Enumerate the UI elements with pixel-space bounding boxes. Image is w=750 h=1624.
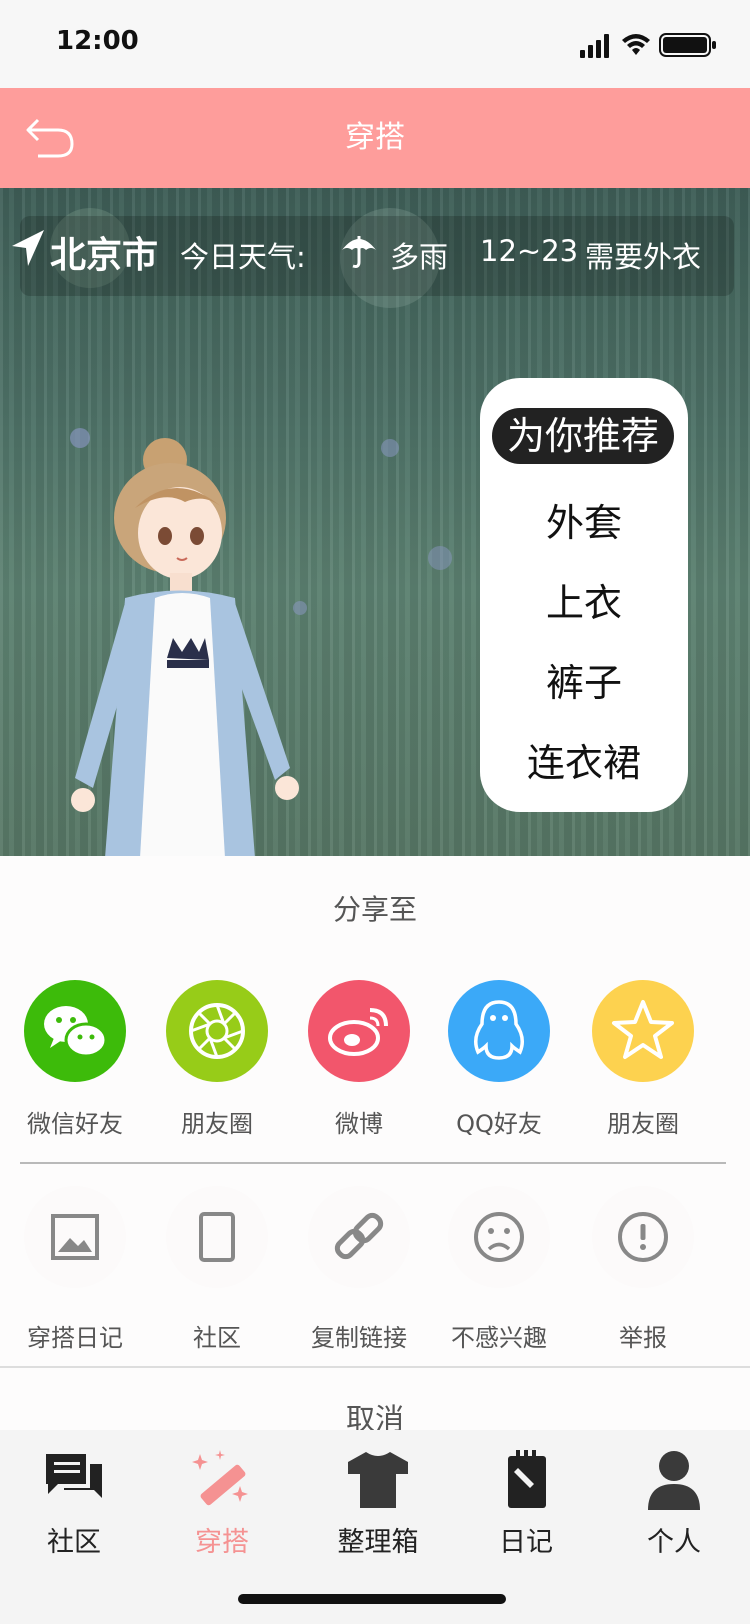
temperature-range: 12~23 [480, 234, 579, 268]
weather-label: 今日天气: [180, 240, 306, 274]
battery-icon [659, 33, 716, 57]
city-name[interactable]: 北京市 [50, 226, 158, 278]
share-sheet: 分享至 微信好友 朋友圈 微博 QQ好友 朋友圈 穿搭日记 社区 复制链接 不感… [0, 856, 750, 1436]
status-time: 12:00 [56, 26, 139, 56]
wifi-icon [622, 34, 650, 55]
chat-icon [46, 1454, 102, 1498]
action-label: 社区 [193, 1324, 241, 1352]
signal-icon [580, 34, 609, 58]
link-icon [308, 1186, 410, 1288]
tab-label: 社区 [47, 1527, 101, 1558]
weibo-icon [308, 980, 410, 1082]
share-label: 朋友圈 [607, 1110, 679, 1138]
category-dress[interactable]: 连衣裙 [480, 732, 688, 787]
back-icon[interactable] [24, 116, 76, 160]
phone-icon [166, 1186, 268, 1288]
tab-label: 整理箱 [337, 1527, 419, 1558]
share-label: QQ好友 [456, 1110, 542, 1138]
action-label: 举报 [619, 1324, 667, 1352]
tab-label: 日记 [499, 1527, 553, 1558]
weather-condition: 多雨 [390, 240, 449, 274]
nav-bar: 穿搭 [0, 88, 750, 188]
action-label: 穿搭日记 [27, 1324, 123, 1352]
category-menu: 为你推荐 外套 上衣 裤子 连衣裙 [480, 378, 688, 812]
action-not-interested[interactable]: 不感兴趣 [434, 1186, 564, 1353]
alert-icon [592, 1186, 694, 1288]
qq-icon [448, 980, 550, 1082]
share-wechat-friend[interactable]: 微信好友 [10, 980, 140, 1139]
sad-face-icon [448, 1186, 550, 1288]
tab-label: 穿搭 [195, 1527, 249, 1558]
action-community[interactable]: 社区 [152, 1186, 282, 1353]
share-qq-friend[interactable]: QQ好友 [434, 980, 564, 1139]
outfit-scene: 北京市 今日天气: 多雨 12~23 需要外衣 为你推荐 外套 上衣 裤子 连衣… [0, 188, 750, 856]
image-icon [24, 1186, 126, 1288]
action-copy-link[interactable]: 复制链接 [294, 1186, 424, 1353]
action-label: 复制链接 [311, 1324, 407, 1352]
tab-outfit[interactable]: 穿搭 [162, 1448, 282, 1559]
tshirt-icon [348, 1452, 408, 1508]
share-label: 微信好友 [27, 1110, 123, 1138]
category-pants[interactable]: 裤子 [480, 652, 688, 707]
share-moments[interactable]: 朋友圈 [152, 980, 282, 1139]
page-title: 穿搭 [345, 120, 405, 155]
share-title: 分享至 [332, 893, 417, 926]
divider [20, 1162, 726, 1164]
person-icon [648, 1451, 700, 1510]
location-arrow-icon [12, 230, 44, 266]
share-label: 朋友圈 [181, 1110, 253, 1138]
system-status-icons [580, 33, 716, 58]
notebook-icon [508, 1450, 546, 1508]
avatar-character [71, 438, 299, 856]
share-weibo[interactable]: 微博 [294, 980, 424, 1139]
umbrella-icon [342, 236, 376, 268]
tab-wardrobe[interactable]: 整理箱 [318, 1448, 438, 1559]
moments-icon [166, 980, 268, 1082]
status-bar: 12:00 [0, 0, 750, 88]
category-recommend[interactable]: 为你推荐 [492, 408, 674, 464]
category-top[interactable]: 上衣 [480, 572, 688, 627]
tab-profile[interactable]: 个人 [614, 1448, 734, 1559]
weather-advice: 需要外衣 [585, 240, 702, 274]
tab-label: 个人 [647, 1527, 701, 1558]
tab-community[interactable]: 社区 [14, 1448, 134, 1559]
action-report[interactable]: 举报 [578, 1186, 708, 1353]
star-icon [592, 980, 694, 1082]
wechat-icon [24, 980, 126, 1082]
action-label: 不感兴趣 [451, 1324, 547, 1352]
magic-wand-icon [192, 1450, 248, 1506]
share-label: 微博 [335, 1110, 383, 1138]
tab-diary[interactable]: 日记 [466, 1448, 586, 1559]
divider [0, 1366, 750, 1368]
share-moments-alt[interactable]: 朋友圈 [578, 980, 708, 1139]
action-outfit-diary[interactable]: 穿搭日记 [10, 1186, 140, 1353]
category-coat[interactable]: 外套 [480, 492, 688, 547]
home-indicator [238, 1594, 506, 1604]
